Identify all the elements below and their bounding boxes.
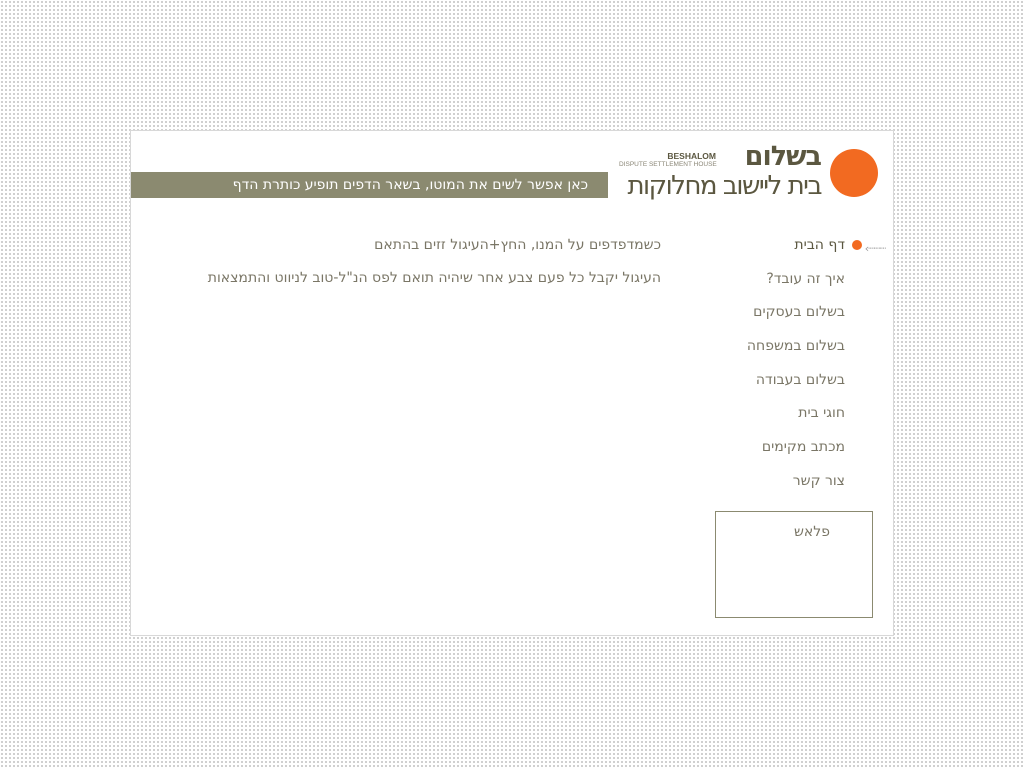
- main-nav: ‹┈┈┈ דף הבית איך זה עובד? בשלום בעסקים ב…: [645, 231, 886, 501]
- logo-tagline: בית ליישוב מחלוקות: [627, 171, 822, 201]
- nav-item-label: בשלום במשפחה: [746, 338, 845, 355]
- logo-latin-subtitle: DISPUTE SETTLEMENT HOUSE: [619, 161, 717, 168]
- nav-arrow-icon: ‹┈┈┈: [864, 242, 886, 255]
- nav-item-work[interactable]: בשלום בעבודה: [645, 366, 845, 400]
- page-background: { "logo": { "name": "בשלום", "latin": "B…: [0, 0, 1024, 768]
- nav-item-contact[interactable]: צור קשר: [645, 467, 845, 501]
- flash-label: פלאש: [794, 524, 830, 540]
- nav-item-home-circles[interactable]: חוגי בית: [645, 399, 845, 433]
- nav-item-label: בשלום בעבודה: [755, 371, 845, 388]
- nav-item-label: דף הבית: [794, 237, 845, 253]
- flash-placeholder[interactable]: פלאש: [715, 511, 873, 618]
- main-panel: בשלום BESHALOM DISPUTE SETTLEMENT HOUSE …: [130, 130, 894, 636]
- nav-item-label: צור קשר: [792, 472, 845, 489]
- logo-circle-icon: [830, 149, 878, 197]
- nav-item-home[interactable]: ‹┈┈┈ דף הבית: [645, 231, 886, 265]
- nav-item-label: איך זה עובד?: [766, 270, 845, 287]
- nav-item-business[interactable]: בשלום בעסקים: [645, 298, 845, 332]
- nav-item-how-it-works[interactable]: איך זה עובד?: [645, 265, 845, 299]
- nav-item-label: בשלום בעסקים: [753, 304, 845, 321]
- content-line-1: כשמדפדפים על המנו, החץ+העיגול זזים בהתאם: [374, 237, 661, 253]
- motto-bar: כאן אפשר לשים את המוטו, בשאר הדפים תופיע…: [131, 172, 608, 198]
- motto-text: כאן אפשר לשים את המוטו, בשאר הדפים תופיע…: [232, 177, 588, 193]
- nav-item-founders-letter[interactable]: מכתב מקימים: [645, 433, 845, 467]
- nav-item-family[interactable]: בשלום במשפחה: [645, 332, 845, 366]
- nav-item-label: מכתב מקימים: [761, 439, 845, 456]
- nav-item-label: חוגי בית: [798, 405, 845, 422]
- logo-latin-name: BESHALOM: [667, 151, 716, 161]
- main-content: כשמדפדפים על המנו, החץ+העיגול זזים בהתאם…: [161, 235, 661, 301]
- content-line-2: העיגול יקבל כל פעם צבע אחר שיהיה תואם לפ…: [207, 270, 661, 286]
- nav-active-dot-icon: [852, 240, 862, 250]
